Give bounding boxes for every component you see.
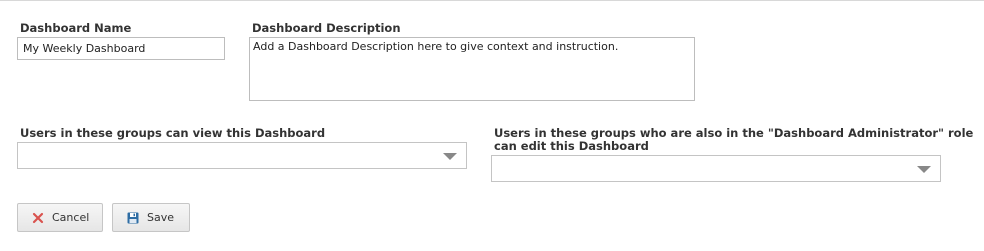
cancel-button[interactable]: Cancel [17, 203, 103, 232]
cancel-button-label: Cancel [52, 211, 90, 224]
close-x-icon [32, 212, 44, 224]
save-button[interactable]: Save [112, 203, 190, 232]
edit-groups-select[interactable] [491, 155, 941, 182]
chevron-down-icon [917, 165, 931, 173]
edit-groups-label-line2: can edit this Dashboard [494, 139, 649, 153]
dashboard-name-input[interactable] [17, 37, 225, 60]
top-divider [0, 0, 984, 1]
dashboard-description-textarea[interactable]: Add a Dashboard Description here to give… [249, 37, 695, 101]
floppy-disk-icon [127, 212, 139, 224]
view-groups-select[interactable] [17, 142, 467, 169]
dashboard-description-label: Dashboard Description [252, 21, 401, 35]
view-groups-label: Users in these groups can view this Dash… [20, 126, 326, 140]
chevron-down-icon [443, 152, 457, 160]
save-button-label: Save [147, 211, 175, 224]
dashboard-name-label: Dashboard Name [20, 21, 132, 35]
